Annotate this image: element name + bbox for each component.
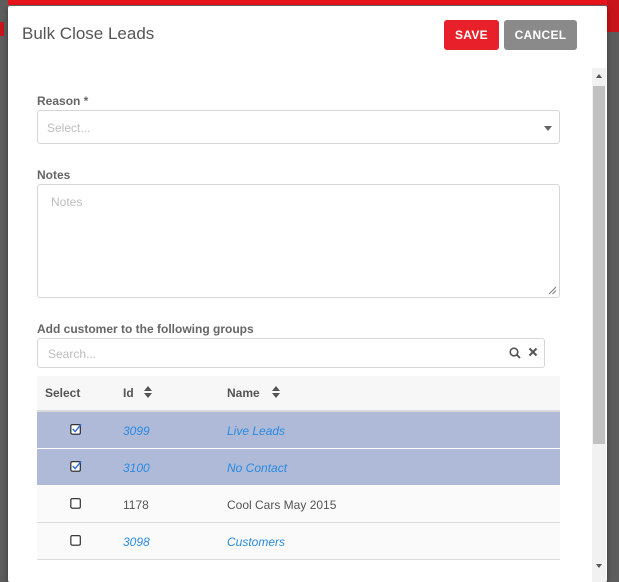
scroll-down-arrow-icon[interactable] — [596, 564, 602, 568]
groups-table: Select Id Name 3099 Live Leads 3100 No Cont… — [37, 376, 560, 560]
save-button[interactable]: SAVE — [444, 20, 499, 50]
chevron-down-icon — [544, 126, 552, 131]
groups-search-placeholder: Search... — [48, 347, 97, 361]
background-topbar — [0, 0, 619, 5]
scroll-up-arrow-icon[interactable] — [596, 74, 602, 78]
checkbox-checked-icon[interactable] — [70, 460, 82, 472]
dialog-header: Bulk Close Leads SAVE CANCEL — [8, 6, 607, 68]
column-header-name[interactable]: Name — [227, 386, 260, 400]
groups-search-input[interactable]: Search... — [37, 338, 545, 368]
checkbox-icon[interactable] — [70, 497, 82, 509]
table-body: 3099 Live Leads 3100 No Contact 1178 Cool Car… — [37, 412, 560, 560]
table-header: Select Id Name — [37, 376, 560, 412]
resize-handle-icon[interactable] — [548, 286, 557, 295]
cancel-button[interactable]: CANCEL — [504, 20, 577, 50]
table-row[interactable]: 3100 No Contact — [37, 449, 560, 486]
table-row[interactable]: 3098 Customers — [37, 523, 560, 560]
reason-select[interactable]: Select... — [37, 110, 560, 144]
cell-name[interactable]: No Contact — [227, 461, 287, 475]
notes-label: Notes — [37, 168, 71, 182]
groups-label: Add customer to the following groups — [37, 322, 254, 336]
sort-icon[interactable] — [272, 385, 280, 399]
close-icon[interactable] — [528, 347, 538, 357]
checkbox-checked-icon[interactable] — [70, 423, 82, 435]
cell-id[interactable]: 3098 — [123, 535, 150, 549]
search-icon[interactable] — [509, 347, 521, 359]
table-row[interactable]: 1178 Cool Cars May 2015 — [37, 486, 560, 523]
background-right-panel — [607, 0, 619, 582]
cell-name: Cool Cars May 2015 — [227, 498, 337, 512]
bulk-close-leads-dialog: Bulk Close Leads SAVE CANCEL Reason * Se… — [8, 6, 607, 582]
scroll-thumb[interactable] — [593, 86, 605, 444]
checkbox-icon[interactable] — [70, 534, 82, 546]
background-left-panel — [0, 0, 8, 582]
dialog-scrollbar[interactable] — [592, 68, 606, 582]
cell-id[interactable]: 3100 — [123, 461, 150, 475]
notes-textarea[interactable]: Notes — [37, 184, 560, 298]
table-row[interactable]: 3099 Live Leads — [37, 412, 560, 449]
column-header-id[interactable]: Id — [123, 386, 134, 400]
cell-id[interactable]: 3099 — [123, 424, 150, 438]
notes-placeholder: Notes — [51, 195, 83, 209]
cell-id: 1178 — [123, 498, 149, 512]
sort-icon[interactable] — [144, 385, 152, 399]
reason-placeholder: Select... — [47, 121, 91, 135]
cell-name[interactable]: Customers — [227, 535, 285, 549]
dialog-title: Bulk Close Leads — [22, 24, 155, 43]
dialog-body: Reason * Select... Notes Notes Add custo… — [8, 68, 607, 582]
cell-name[interactable]: Live Leads — [227, 424, 285, 438]
column-header-select: Select — [45, 386, 81, 400]
reason-label: Reason * — [37, 94, 89, 108]
